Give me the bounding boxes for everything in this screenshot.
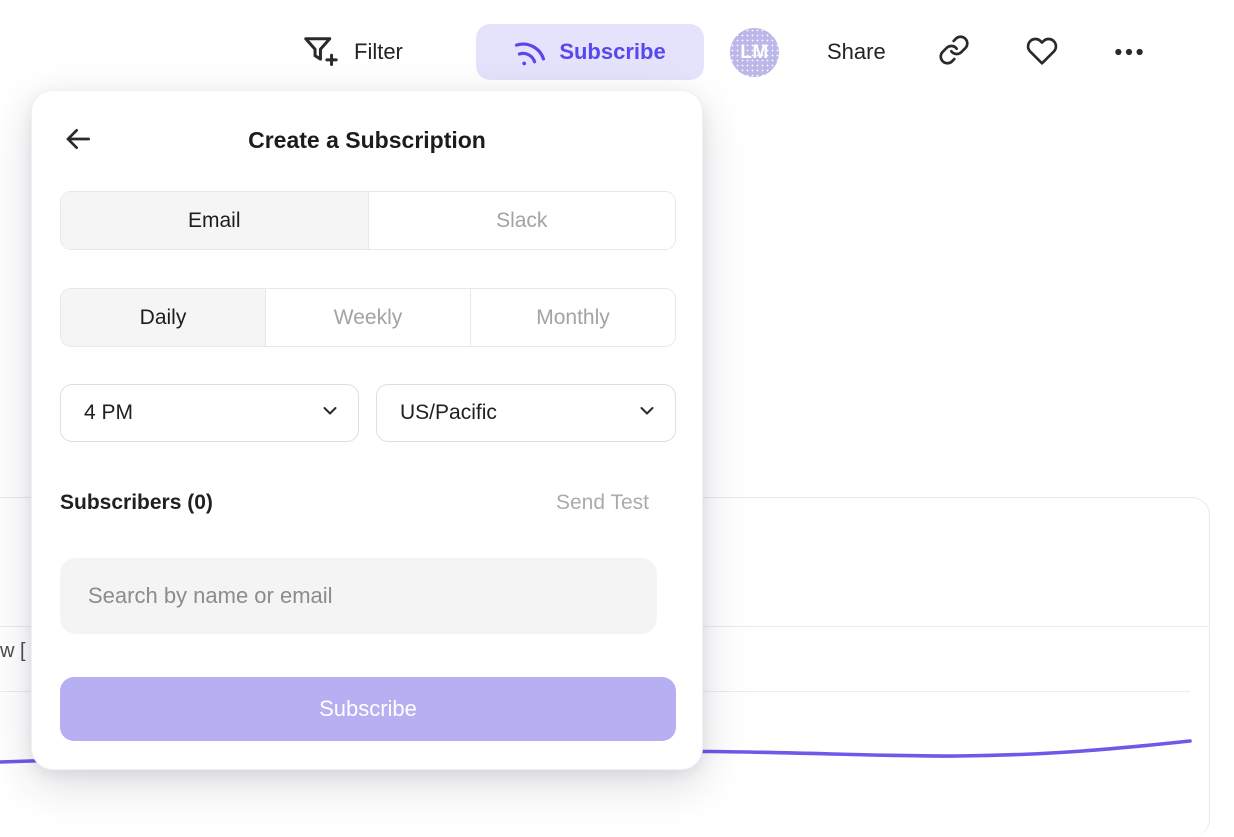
filter-label: Filter xyxy=(354,39,403,65)
subscribe-label: Subscribe xyxy=(559,39,665,65)
share-button[interactable]: Share xyxy=(827,33,886,71)
copy-link-button[interactable] xyxy=(936,34,972,70)
toolbar: Filter Subscribe LM Share xyxy=(0,0,1234,104)
chevron-down-icon xyxy=(318,399,342,428)
favorite-button[interactable] xyxy=(1024,35,1060,71)
link-icon xyxy=(938,34,970,71)
tab-email[interactable]: Email xyxy=(61,192,368,249)
tab-slack[interactable]: Slack xyxy=(368,192,676,249)
share-label: Share xyxy=(827,39,886,65)
tab-daily[interactable]: Daily xyxy=(61,289,265,346)
chevron-down-icon xyxy=(635,399,659,428)
modal-title: Create a Subscription xyxy=(32,127,702,154)
create-subscription-modal: Create a Subscription Email Slack Daily … xyxy=(31,90,703,770)
ellipsis-icon xyxy=(1112,35,1146,74)
subscribers-row: Subscribers (0) Send Test xyxy=(60,491,676,521)
subscribe-toolbar-button[interactable]: Subscribe xyxy=(476,24,704,80)
subscriber-search-input[interactable] xyxy=(60,558,657,634)
subscribers-count-label: Subscribers (0) xyxy=(60,491,213,515)
more-menu-button[interactable] xyxy=(1111,36,1147,72)
send-test-button[interactable]: Send Test xyxy=(556,491,649,515)
frequency-tabs: Daily Weekly Monthly xyxy=(60,288,676,347)
tab-monthly[interactable]: Monthly xyxy=(470,289,675,346)
time-dropdown[interactable]: 4 PM xyxy=(60,384,359,442)
heart-icon xyxy=(1026,35,1058,72)
time-dropdown-value: 4 PM xyxy=(61,401,133,425)
tab-weekly[interactable]: Weekly xyxy=(265,289,470,346)
filter-plus-icon xyxy=(300,32,340,73)
rss-icon xyxy=(510,32,550,72)
timezone-dropdown-value: US/Pacific xyxy=(377,401,497,425)
timezone-dropdown[interactable]: US/Pacific xyxy=(376,384,676,442)
channel-tabs: Email Slack xyxy=(60,191,676,250)
subscribe-submit-button[interactable]: Subscribe xyxy=(60,677,676,741)
avatar-initials: LM xyxy=(740,42,768,64)
avatar[interactable]: LM xyxy=(730,28,779,77)
filter-button[interactable]: Filter xyxy=(300,33,403,71)
background-clipped-label: w [ xyxy=(0,640,26,663)
